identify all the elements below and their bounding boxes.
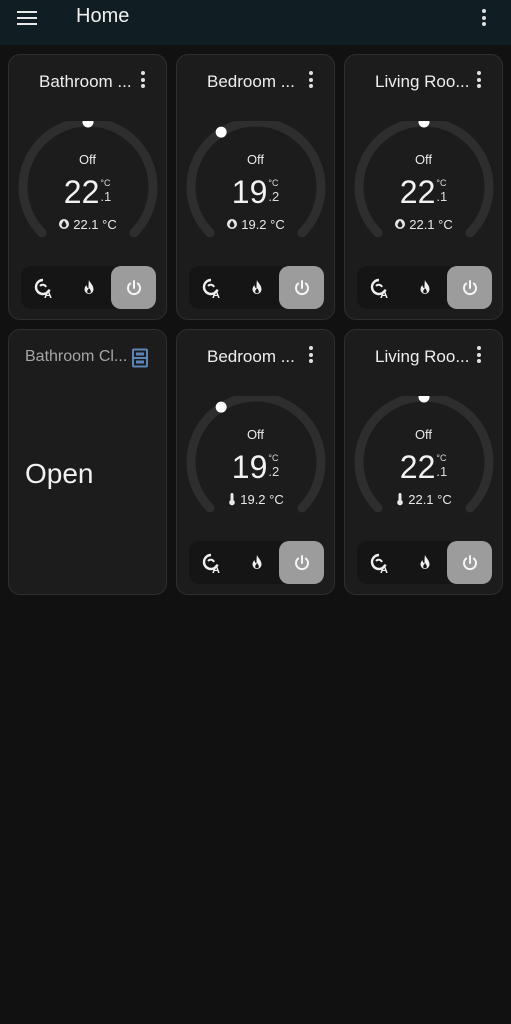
heat-flame-button[interactable]	[234, 541, 279, 584]
card-title: Bedroom ...	[207, 72, 295, 91]
hvac-mode-label: Off	[246, 152, 265, 167]
target-temperature: 22 °C .1	[63, 174, 112, 210]
target-temperature: 19 °C .2	[231, 174, 280, 210]
top-app-bar: Home	[0, 0, 511, 45]
card-more-icon[interactable]	[135, 69, 151, 91]
humidity-icon	[226, 218, 238, 233]
window-sensor-card[interactable]: Bathroom Cl... Open	[8, 329, 167, 595]
card-more-icon[interactable]	[471, 344, 487, 366]
auto-mode-button[interactable]: A	[21, 266, 66, 309]
power-button[interactable]	[447, 266, 492, 309]
target-temperature: 22 °C .1	[399, 174, 448, 210]
heat-flame-button[interactable]	[402, 266, 447, 309]
humidity-icon	[394, 218, 406, 233]
card-more-icon[interactable]	[303, 69, 319, 91]
menu-icon[interactable]	[12, 6, 42, 30]
card-more-icon[interactable]	[471, 69, 487, 91]
power-button[interactable]	[111, 266, 156, 309]
window-icon	[132, 348, 148, 368]
current-temperature: 22.1 °C	[345, 492, 502, 509]
hvac-mode-label: Off	[78, 152, 97, 167]
card-title: Bedroom ...	[207, 347, 295, 366]
card-more-icon[interactable]	[303, 344, 319, 366]
hvac-mode-label: Off	[246, 427, 265, 442]
hvac-mode-label: Off	[414, 427, 433, 442]
auto-mode-button[interactable]: A	[357, 266, 402, 309]
power-button[interactable]	[279, 541, 324, 584]
svg-text:A: A	[212, 564, 220, 574]
card-title: Living Roo...	[375, 72, 470, 91]
svg-text:A: A	[212, 289, 220, 299]
thermostat-card[interactable]: Bedroom ... Off 19 °C .2 19.2 °C A	[176, 54, 335, 320]
heat-flame-button[interactable]	[66, 266, 111, 309]
auto-mode-button[interactable]: A	[189, 266, 234, 309]
svg-text:A: A	[380, 289, 388, 299]
mode-selector: A	[189, 541, 324, 584]
mode-selector: A	[21, 266, 156, 309]
target-temperature: 22 °C .1	[399, 449, 448, 485]
heat-flame-button[interactable]	[402, 541, 447, 584]
heat-flame-button[interactable]	[234, 266, 279, 309]
current-temperature: 22.1 °C	[9, 217, 166, 233]
power-button[interactable]	[279, 266, 324, 309]
current-temperature: 19.2 °C	[177, 217, 334, 233]
thermostat-card[interactable]: Living Roo... Off 22 °C .1 22.1 °C A	[344, 329, 503, 595]
sensor-state: Open	[25, 458, 94, 489]
power-button[interactable]	[447, 541, 492, 584]
target-temperature: 19 °C .2	[231, 449, 280, 485]
humidity-icon	[58, 218, 70, 233]
thermometer-icon	[227, 492, 237, 509]
auto-mode-button[interactable]: A	[357, 541, 402, 584]
svg-text:A: A	[380, 564, 388, 574]
current-temperature: 22.1 °C	[345, 217, 502, 233]
card-title: Living Roo...	[375, 347, 470, 366]
mode-selector: A	[357, 541, 492, 584]
more-options-icon[interactable]	[472, 6, 496, 30]
auto-mode-button[interactable]: A	[189, 541, 234, 584]
thermostat-card[interactable]: Bedroom ... Off 19 °C .2 19.2 °C A	[176, 329, 335, 595]
mode-selector: A	[357, 266, 492, 309]
hvac-mode-label: Off	[414, 152, 433, 167]
dial-knob[interactable]	[215, 126, 227, 138]
thermostat-card[interactable]: Living Roo... Off 22 °C .1 22.1 °C A	[344, 54, 503, 320]
dial-knob[interactable]	[215, 401, 227, 413]
card-title: Bathroom ...	[39, 72, 132, 91]
thermostat-card[interactable]: Bathroom ... Off 22 °C .1 22.1 °C A	[8, 54, 167, 320]
card-title: Bathroom Cl...	[25, 348, 128, 365]
mode-selector: A	[189, 266, 324, 309]
svg-text:A: A	[44, 289, 52, 299]
current-temperature: 19.2 °C	[177, 492, 334, 509]
thermometer-icon	[395, 492, 405, 509]
page-title: Home	[76, 5, 130, 27]
